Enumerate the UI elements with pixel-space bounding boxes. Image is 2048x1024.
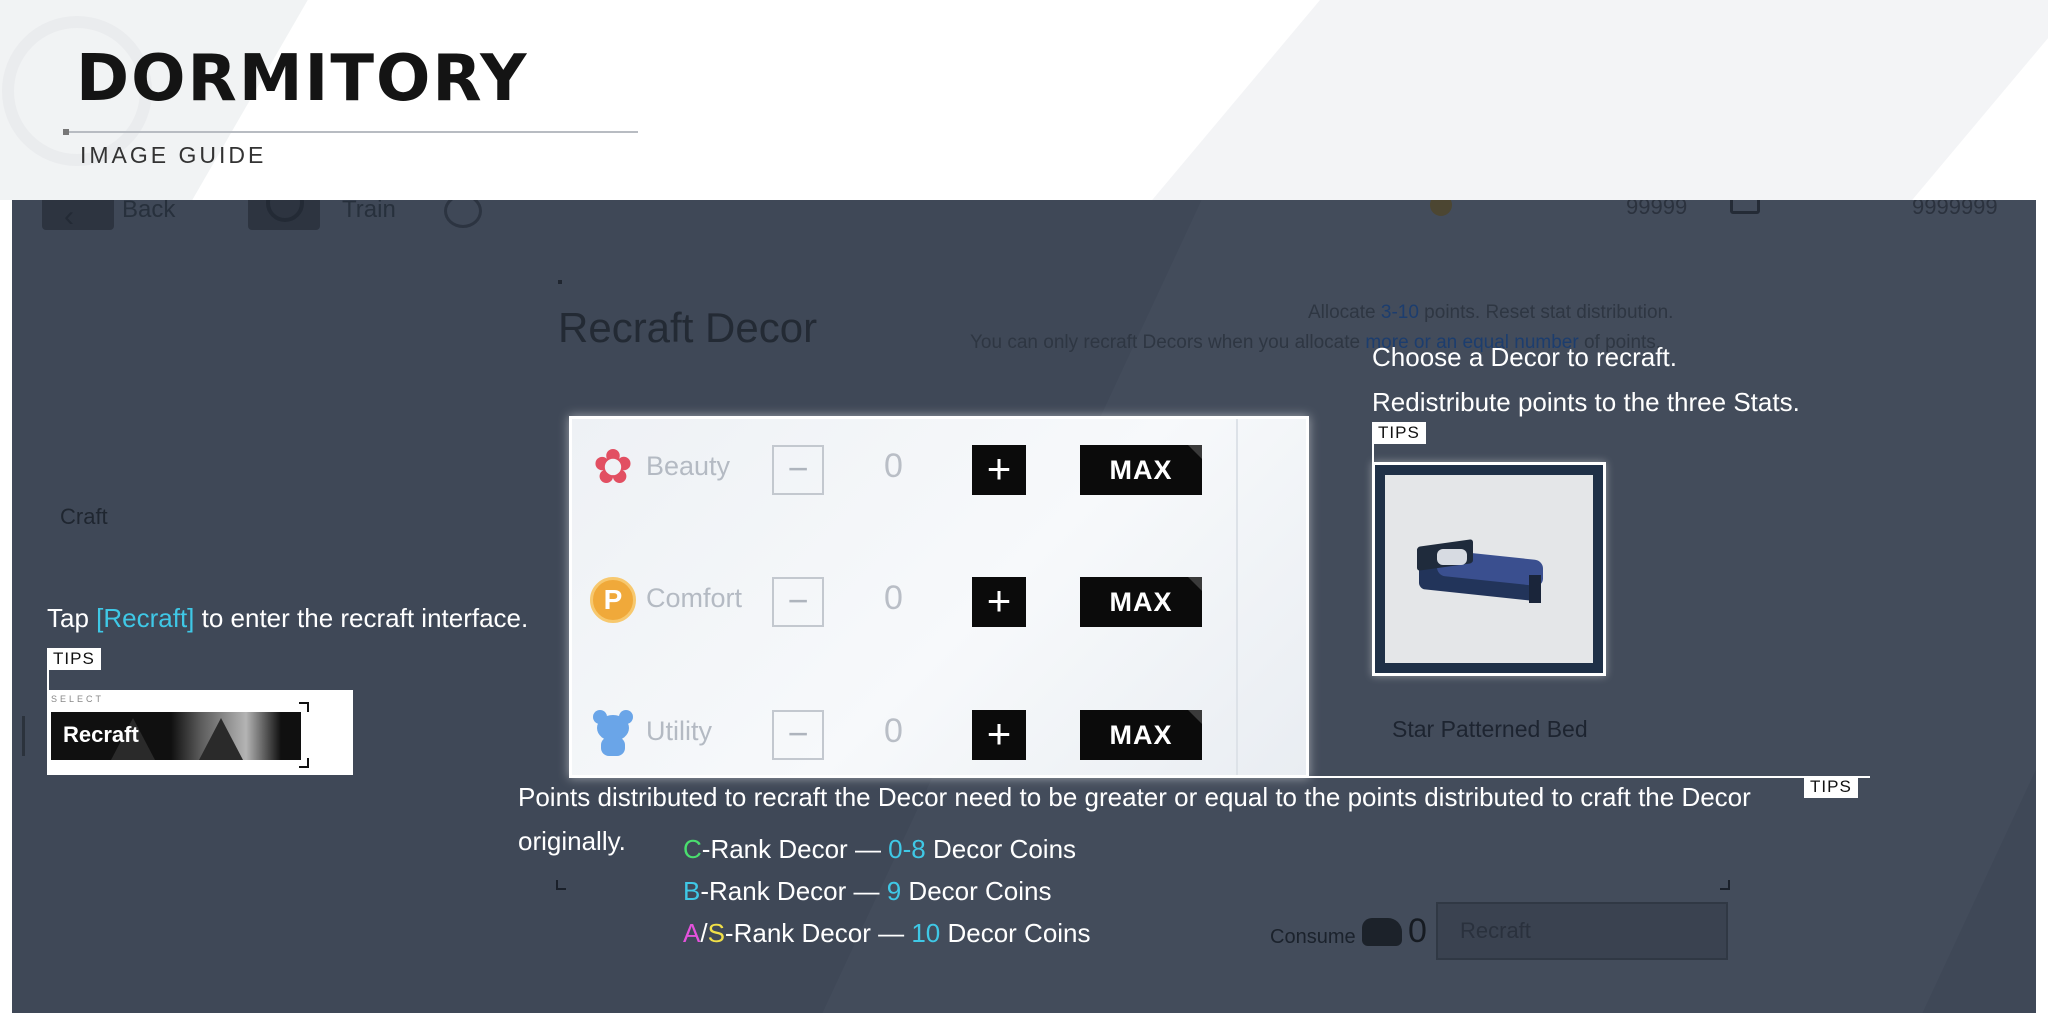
utility-plus-button[interactable]: + (972, 710, 1026, 760)
allocation-note-prefix: Allocate (1308, 302, 1381, 323)
utility-minus-button[interactable]: − (772, 710, 824, 760)
button-decor-triangle (199, 718, 243, 760)
tip-redistribute-points: Redistribute points to the three Stats. (1372, 387, 1800, 417)
stat-allocation-panel: ✿ Beauty − 0 + MAX P Comfort − 0 + MAX U… (569, 416, 1309, 778)
tips-tag: TIPS (1372, 422, 1426, 444)
rank-as-unit: Decor Coins (940, 918, 1091, 948)
corner-bracket (299, 702, 309, 712)
tip-points-rule: Points distributed to recraft the Decor … (518, 782, 1751, 812)
tip-connector (1372, 444, 1374, 462)
utility-max-button[interactable]: MAX (1080, 710, 1202, 760)
rank-as-text: -Rank Decor — (724, 918, 912, 948)
utility-value: 0 (884, 712, 903, 750)
recraft-heading: Recraft Decor (558, 304, 818, 351)
item-name: Star Patterned Bed (1392, 716, 1588, 742)
rank-c-unit: Decor Coins (925, 834, 1077, 864)
title-divider-dot (63, 129, 69, 135)
decor-item-card[interactable] (1372, 462, 1606, 676)
decor-coin-icon (1362, 918, 1402, 946)
tip-connector (1306, 776, 1870, 778)
tip-recraft-instruction: Tap [Recraft] to enter the recraft inter… (47, 603, 528, 634)
allocation-rule-a: You can only recraft Decors when you all… (970, 332, 1366, 353)
recraft-button-highlight: SELECT Recraft (47, 690, 353, 775)
allocation-note-suffix: points. Reset stat distribution. (1418, 302, 1674, 323)
rank-b-unit: Decor Coins (901, 876, 1052, 906)
comfort-max-button[interactable]: MAX (1080, 577, 1202, 627)
left-edge-marker (22, 716, 25, 756)
info-icon[interactable] (444, 200, 482, 228)
gem-value: 9999999 (1912, 200, 1998, 219)
beauty-plus-button[interactable]: + (972, 445, 1026, 495)
craft-tab[interactable]: Craft (60, 504, 108, 530)
rank-c-coins: 0-8 (888, 834, 926, 864)
cart-icon[interactable] (1730, 200, 1760, 214)
bracket-left (556, 880, 566, 890)
rank-a-letter: A (683, 918, 701, 948)
select-caption: SELECT (51, 694, 105, 704)
rank-b-cost: B-Rank Decor — 9 Decor Coins (683, 876, 1051, 907)
consume-label: Consume (1270, 926, 1356, 948)
beauty-value: 0 (884, 447, 903, 485)
rank-c-letter: C (683, 834, 702, 864)
title-divider (64, 131, 638, 133)
comfort-plus-button[interactable]: + (972, 577, 1026, 627)
rank-c-text: -Rank Decor — (701, 834, 889, 864)
gold-value: 99999 (1626, 200, 1688, 219)
rank-b-coins: 9 (886, 876, 902, 906)
rank-b-text: -Rank Decor — (700, 876, 887, 906)
stat-row-comfort: P Comfort − 0 + MAX (572, 563, 1306, 653)
back-button[interactable] (42, 200, 114, 230)
comfort-minus-button[interactable]: − (772, 577, 824, 627)
corner-bracket (299, 758, 309, 768)
header-decor-right (1152, 0, 2048, 200)
tip-points-rule-end: originally. (518, 826, 626, 856)
tips-tag: TIPS (1804, 776, 1858, 798)
rank-as-cost: A/S-Rank Decor — 10 Decor Coins (683, 918, 1091, 949)
rank-slash: / (700, 918, 708, 948)
tip1-suffix: to enter the recraft interface. (194, 603, 529, 633)
guide-header: DORMITORY IMAGE GUIDE (0, 0, 2048, 200)
recraft-confirm-label: Recraft (1460, 918, 1531, 943)
page-subtitle: IMAGE GUIDE (80, 142, 267, 168)
recraft-button-label: Recraft (63, 722, 139, 747)
consume-value: 0 (1408, 912, 1427, 950)
tip1-recraft-keyword: [Recraft] (96, 603, 195, 633)
beauty-max-button[interactable]: MAX (1080, 445, 1202, 495)
bracket-right (1720, 880, 1730, 890)
beauty-minus-button[interactable]: − (772, 445, 824, 495)
rank-s-letter: S (707, 918, 725, 948)
train-label: Train (342, 200, 396, 223)
comfort-coin-icon: P (590, 577, 636, 623)
tip1-prefix: Tap (47, 603, 97, 633)
tips-tag: TIPS (47, 648, 101, 670)
tip-connector (47, 670, 49, 690)
back-label: Back (122, 200, 176, 223)
comfort-value: 0 (884, 579, 903, 617)
rank-c-cost: C-Rank Decor — 0-8 Decor Coins (683, 834, 1076, 865)
heading-dot (558, 280, 562, 284)
stat-label: Comfort (646, 583, 743, 613)
allocation-range: 3-10 (1380, 302, 1419, 323)
allocation-note: Allocate 3-10 points. Reset stat distrib… (1308, 302, 1673, 324)
stat-row-beauty: ✿ Beauty − 0 + MAX (572, 431, 1306, 521)
page-title: DORMITORY (76, 42, 529, 116)
stat-label: Beauty (646, 451, 731, 481)
stat-row-utility: Utility − 0 + MAX (572, 696, 1306, 775)
tip-choose-decor: Choose a Decor to recraft. (1372, 342, 1677, 372)
comfort-icon-letter: P (590, 577, 636, 623)
bed-foot (1529, 575, 1541, 603)
beauty-flower-icon: ✿ (592, 441, 634, 494)
rank-as-coins: 10 (911, 918, 941, 948)
utility-bear-icon (590, 710, 636, 756)
recraft-button[interactable]: Recraft (51, 712, 301, 760)
back-chevron-icon: ‹ (64, 200, 74, 233)
stat-label: Utility (646, 716, 712, 746)
rank-b-letter: B (683, 876, 701, 906)
decor-item-image (1385, 475, 1593, 663)
bed-pillow (1437, 549, 1467, 565)
